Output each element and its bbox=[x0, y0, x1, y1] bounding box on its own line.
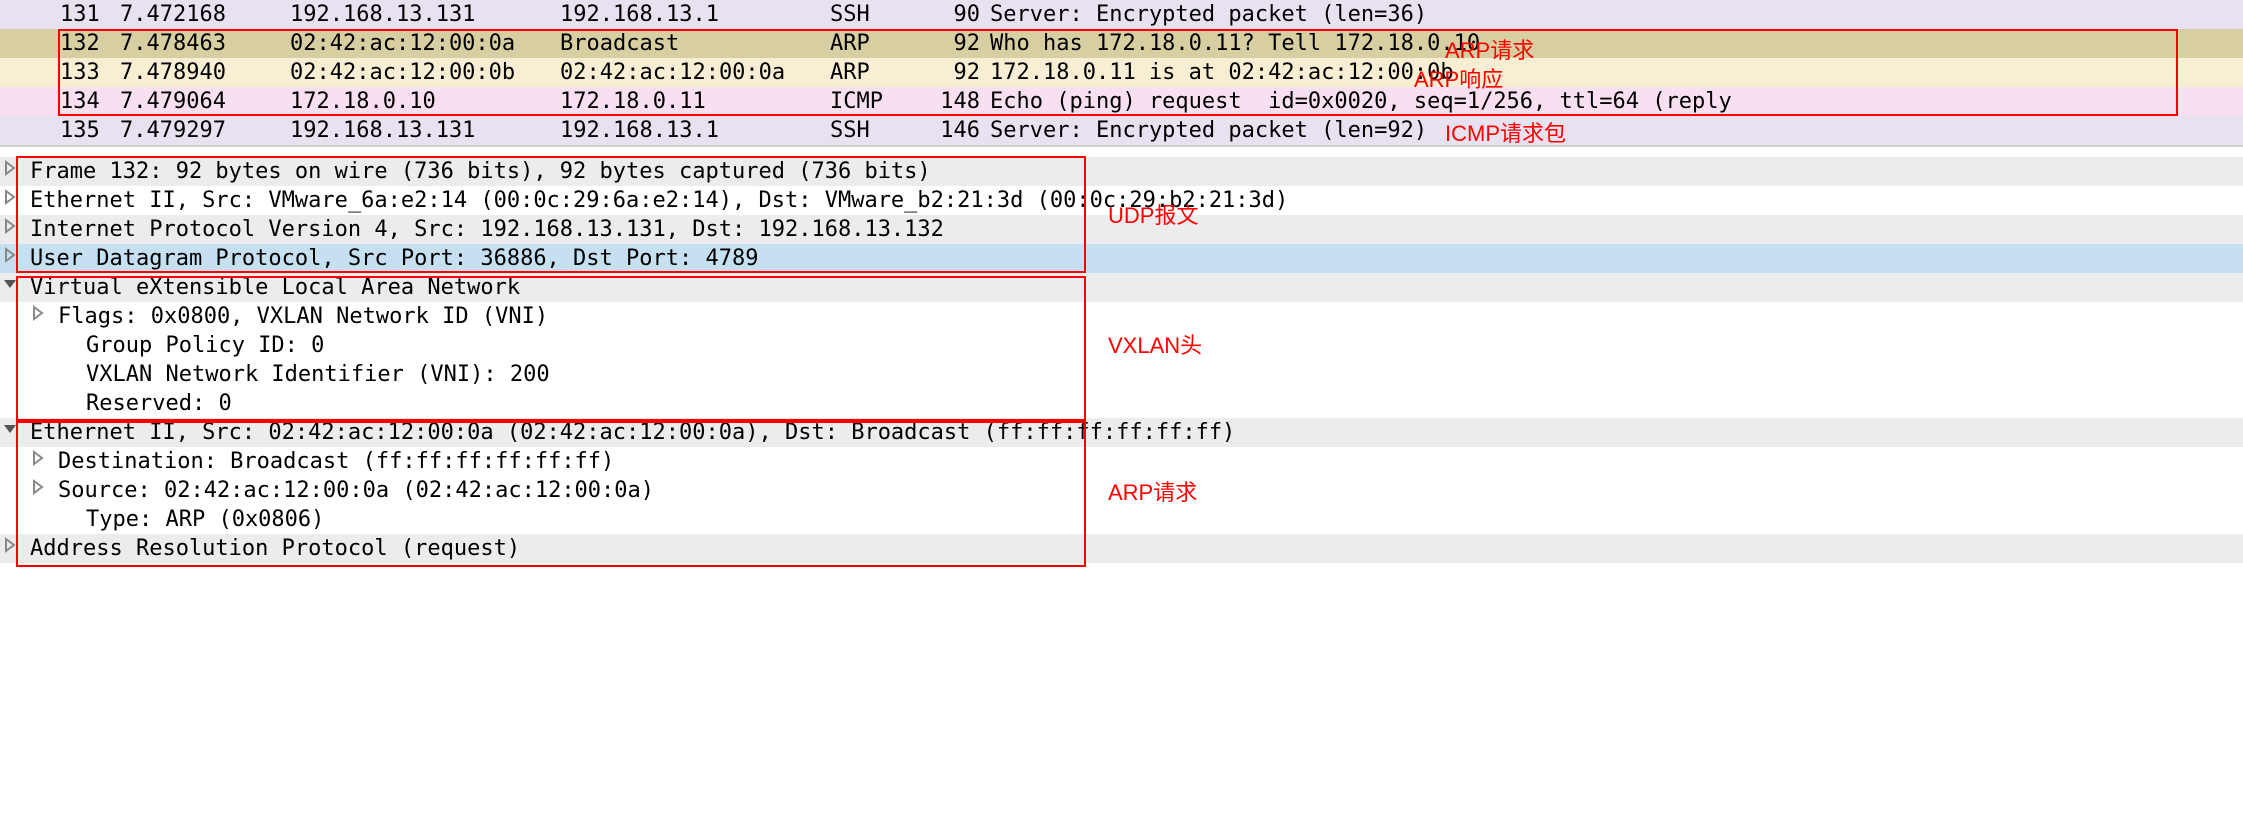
indent-spacer bbox=[58, 508, 82, 532]
packet-row[interactable]: 1327.47846302:42:ac:12:00:0aBroadcastARP… bbox=[0, 29, 2243, 58]
indent-spacer bbox=[58, 334, 82, 358]
packet-source: 192.168.13.131 bbox=[290, 116, 560, 145]
packet-list[interactable]: 1317.472168192.168.13.131192.168.13.1SSH… bbox=[0, 0, 2243, 145]
packet-no: 132 bbox=[60, 29, 120, 58]
collapse-icon[interactable] bbox=[2, 276, 26, 300]
packet-info: Server: Encrypted packet (len=92) bbox=[990, 116, 2243, 145]
detail-row[interactable]: Internet Protocol Version 4, Src: 192.16… bbox=[0, 215, 2243, 244]
packet-length: 148 bbox=[940, 87, 990, 116]
detail-text: Frame 132: 92 bytes on wire (736 bits), … bbox=[30, 157, 931, 186]
packet-destination: 02:42:ac:12:00:0a bbox=[560, 58, 830, 87]
packet-source: 02:42:ac:12:00:0b bbox=[290, 58, 560, 87]
packet-no: 133 bbox=[60, 58, 120, 87]
packet-row[interactable]: 1357.479297192.168.13.131192.168.13.1SSH… bbox=[0, 116, 2243, 145]
packet-info: Echo (ping) request id=0x0020, seq=1/256… bbox=[990, 87, 2243, 116]
packet-protocol: SSH bbox=[830, 116, 940, 145]
detail-text: Destination: Broadcast (ff:ff:ff:ff:ff:f… bbox=[58, 447, 614, 476]
detail-row[interactable]: VXLAN Network Identifier (VNI): 200 bbox=[0, 360, 2243, 389]
packet-protocol: ICMP bbox=[830, 87, 940, 116]
expand-icon[interactable] bbox=[30, 305, 54, 329]
packet-length: 146 bbox=[940, 116, 990, 145]
packet-no: 135 bbox=[60, 116, 120, 145]
packet-info: 172.18.0.11 is at 02:42:ac:12:00:0b bbox=[990, 58, 2243, 87]
packet-info: Server: Encrypted packet (len=36) bbox=[990, 0, 2243, 29]
packet-protocol: SSH bbox=[830, 0, 940, 29]
packet-length: 90 bbox=[940, 0, 990, 29]
packet-source: 192.168.13.131 bbox=[290, 0, 560, 29]
packet-row[interactable]: 1347.479064172.18.0.10172.18.0.11ICMP148… bbox=[0, 87, 2243, 116]
expand-icon[interactable] bbox=[30, 479, 54, 503]
detail-row[interactable]: Destination: Broadcast (ff:ff:ff:ff:ff:f… bbox=[0, 447, 2243, 476]
packet-destination: 172.18.0.11 bbox=[560, 87, 830, 116]
packet-row[interactable]: 1337.47894002:42:ac:12:00:0b02:42:ac:12:… bbox=[0, 58, 2243, 87]
packet-time: 7.479297 bbox=[120, 116, 290, 145]
detail-row[interactable]: Source: 02:42:ac:12:00:0a (02:42:ac:12:0… bbox=[0, 476, 2243, 505]
packet-protocol: ARP bbox=[830, 58, 940, 87]
detail-text: Ethernet II, Src: VMware_6a:e2:14 (00:0c… bbox=[30, 186, 1288, 215]
detail-row[interactable]: Type: ARP (0x0806) bbox=[0, 505, 2243, 534]
detail-text: Source: 02:42:ac:12:00:0a (02:42:ac:12:0… bbox=[58, 476, 654, 505]
expand-icon[interactable] bbox=[2, 160, 26, 184]
packet-row[interactable]: 1317.472168192.168.13.131192.168.13.1SSH… bbox=[0, 0, 2243, 29]
expand-icon[interactable] bbox=[2, 189, 26, 213]
packet-source: 02:42:ac:12:00:0a bbox=[290, 29, 560, 58]
detail-row[interactable]: Reserved: 0 bbox=[0, 389, 2243, 418]
expand-icon[interactable] bbox=[30, 450, 54, 474]
packet-info: Who has 172.18.0.11? Tell 172.18.0.10 bbox=[990, 29, 2243, 58]
packet-source: 172.18.0.10 bbox=[290, 87, 560, 116]
detail-text: Flags: 0x0800, VXLAN Network ID (VNI) bbox=[58, 302, 548, 331]
packet-length: 92 bbox=[940, 58, 990, 87]
detail-text: Internet Protocol Version 4, Src: 192.16… bbox=[30, 215, 944, 244]
detail-row[interactable]: Address Resolution Protocol (request) bbox=[0, 534, 2243, 563]
detail-text: Type: ARP (0x0806) bbox=[86, 505, 324, 534]
expand-icon[interactable] bbox=[2, 247, 26, 271]
packet-destination: 192.168.13.1 bbox=[560, 116, 830, 145]
expand-icon[interactable] bbox=[2, 218, 26, 242]
indent-spacer bbox=[58, 392, 82, 416]
packet-details-pane[interactable]: Frame 132: 92 bytes on wire (736 bits), … bbox=[0, 145, 2243, 563]
detail-text: Reserved: 0 bbox=[86, 389, 232, 418]
packet-time: 7.478940 bbox=[120, 58, 290, 87]
packet-protocol: ARP bbox=[830, 29, 940, 58]
packet-time: 7.479064 bbox=[120, 87, 290, 116]
detail-text: User Datagram Protocol, Src Port: 36886,… bbox=[30, 244, 758, 273]
expand-icon[interactable] bbox=[2, 537, 26, 561]
indent-spacer bbox=[58, 363, 82, 387]
packet-destination: Broadcast bbox=[560, 29, 830, 58]
detail-text: VXLAN Network Identifier (VNI): 200 bbox=[86, 360, 550, 389]
detail-row[interactable]: Ethernet II, Src: VMware_6a:e2:14 (00:0c… bbox=[0, 186, 2243, 215]
detail-row[interactable]: Frame 132: 92 bytes on wire (736 bits), … bbox=[0, 157, 2243, 186]
detail-text: Group Policy ID: 0 bbox=[86, 331, 324, 360]
detail-row[interactable]: Group Policy ID: 0 bbox=[0, 331, 2243, 360]
detail-text: Virtual eXtensible Local Area Network bbox=[30, 273, 520, 302]
packet-length: 92 bbox=[940, 29, 990, 58]
collapse-icon[interactable] bbox=[2, 421, 26, 445]
detail-text: Address Resolution Protocol (request) bbox=[30, 534, 520, 563]
packet-destination: 192.168.13.1 bbox=[560, 0, 830, 29]
packet-no: 134 bbox=[60, 87, 120, 116]
detail-row[interactable]: User Datagram Protocol, Src Port: 36886,… bbox=[0, 244, 2243, 273]
packet-time: 7.472168 bbox=[120, 0, 290, 29]
packet-time: 7.478463 bbox=[120, 29, 290, 58]
detail-row[interactable]: Virtual eXtensible Local Area Network bbox=[0, 273, 2243, 302]
detail-text: Ethernet II, Src: 02:42:ac:12:00:0a (02:… bbox=[30, 418, 1235, 447]
packet-no: 131 bbox=[60, 0, 120, 29]
detail-row[interactable]: Flags: 0x0800, VXLAN Network ID (VNI) bbox=[0, 302, 2243, 331]
detail-row[interactable]: Ethernet II, Src: 02:42:ac:12:00:0a (02:… bbox=[0, 418, 2243, 447]
